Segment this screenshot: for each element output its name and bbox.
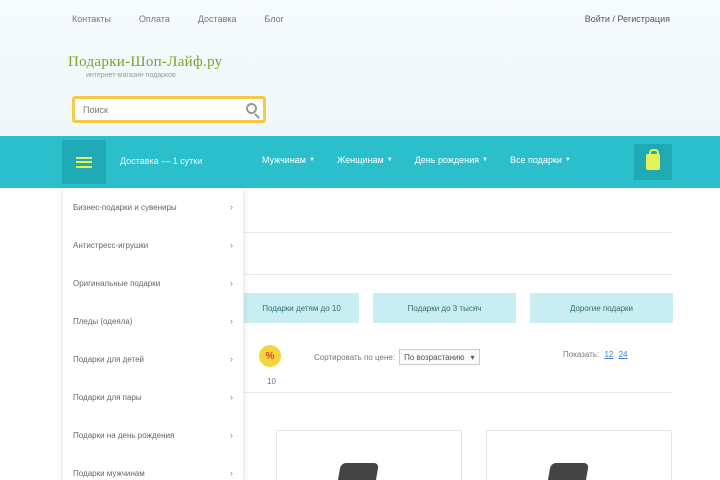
catalog-item-label: Пледы (одеяла) [73,316,133,326]
main-nav: Доставка — 1 сутки Мужчинам ▼ Женщинам ▼ Д… [0,136,720,188]
catalog-item[interactable]: Подарки мужчинам › [63,454,243,480]
catalog-item-label: Подарки на день рождения [73,430,175,440]
product-image [337,463,379,480]
catalog-dropdown: Бизнес-подарки и сувениры › Антистресс-иг… [62,188,243,480]
tag-kids[interactable]: Подарки детям до 10 [244,293,359,323]
chevron-right-icon: › [230,316,233,326]
nav-item-label: Мужчинам [262,155,306,165]
search-icon[interactable] [246,103,257,114]
show-label: Показать: [563,350,600,359]
search-box [72,96,266,123]
nav-menu: Мужчинам ▼ Женщинам ▼ День рождения ▼ Все п… [262,155,571,165]
nav-item-men[interactable]: Мужчинам ▼ [262,155,315,165]
logo[interactable]: Подарки-Шоп-Лайф.ру интернет-магазин под… [68,54,222,79]
catalog-item-label: Бизнес-подарки и сувениры [73,202,177,212]
chevron-right-icon: › [230,354,233,364]
catalog-item[interactable]: Подарки для детей › [63,340,243,378]
top-link-delivery[interactable]: Доставка [198,14,237,24]
show-count: Показать: 12 24 [563,350,628,359]
tag-under-3000[interactable]: Подарки до 3 тысяч [373,293,516,323]
sort-select[interactable]: По возрастанию ▾ [399,349,480,365]
sale-badge[interactable]: % [259,345,281,367]
catalog-button[interactable] [62,140,106,184]
chevron-right-icon: › [230,278,233,288]
cart-button[interactable] [634,144,672,180]
chevron-right-icon: › [230,430,233,440]
nav-item-label: Женщинам [336,155,384,165]
sort-label: Сортировать по цене: [314,352,396,362]
sort-value: По возрастанию [404,352,465,362]
logo-name: Подарки-Шоп-Лайф.ру [68,54,223,70]
account-link[interactable]: Войти / Регистрация [585,14,670,24]
chevron-down-icon: ▼ [564,157,571,163]
show-option-12[interactable]: 12 [604,350,613,359]
divider [244,232,672,233]
sale-count: 10 [267,377,276,386]
catalog-item[interactable]: Бизнес-подарки и сувениры › [63,188,243,226]
catalog-item-label: Подарки для пары [73,392,142,402]
chevron-right-icon: › [230,240,233,250]
menu-icon [76,156,92,168]
tag-buttons: Подарки детям до 10 Подарки до 3 тысяч Д… [244,293,673,323]
chevron-right-icon: › [230,202,233,212]
nav-item-all-gifts[interactable]: Все подарки ▼ [510,155,571,165]
chevron-down-icon: ▾ [470,352,475,362]
show-option-24[interactable]: 24 [619,350,628,359]
nav-item-label: День рождения [414,155,480,165]
product-image [547,463,589,480]
tag-expensive[interactable]: Дорогие подарки [530,293,673,323]
nav-item-birthday[interactable]: День рождения ▼ [415,155,488,165]
delivery-info: Доставка — 1 сутки [120,156,203,166]
sort-control: Сортировать по цене: По возрастанию ▾ [314,349,480,365]
logo-tagline: интернет-магазин подарков [86,72,176,79]
catalog-item[interactable]: Антистресс-игрушки › [63,226,243,264]
catalog-item-label: Оригинальные подарки [73,278,161,288]
top-link-blog[interactable]: Блог [265,14,284,24]
divider [244,274,672,275]
shopping-bag-icon [646,149,660,170]
top-link-contacts[interactable]: Контакты [72,14,111,24]
search-input[interactable] [75,99,235,120]
percent-icon: % [265,350,275,362]
catalog-item[interactable]: Оригинальные подарки › [63,264,243,302]
nav-item-label: Все подарки [509,155,562,165]
product-card[interactable] [276,430,462,480]
chevron-down-icon: ▼ [482,157,488,163]
catalog-item-label: Антистресс-игрушки [73,240,149,250]
catalog-item-label: Подарки для детей [73,354,145,364]
chevron-down-icon: ▼ [309,157,315,163]
header: Контакты Оплата Доставка Блог Войти / Ре… [0,0,720,136]
catalog-item[interactable]: Подарки на день рождения › [63,416,243,454]
chevron-down-icon: ▼ [386,157,393,163]
nav-item-women[interactable]: Женщинам ▼ [337,155,393,165]
chevron-right-icon: › [230,392,233,402]
catalog-item[interactable]: Пледы (одеяла) › [63,302,243,340]
catalog-item[interactable]: Подарки для пары › [63,378,243,416]
catalog-item-label: Подарки мужчинам [73,468,145,478]
chevron-right-icon: › [230,468,233,478]
divider [244,392,672,393]
top-link-payment[interactable]: Оплата [139,14,170,24]
product-card[interactable] [486,430,672,480]
top-links: Контакты Оплата Доставка Блог [72,14,284,24]
